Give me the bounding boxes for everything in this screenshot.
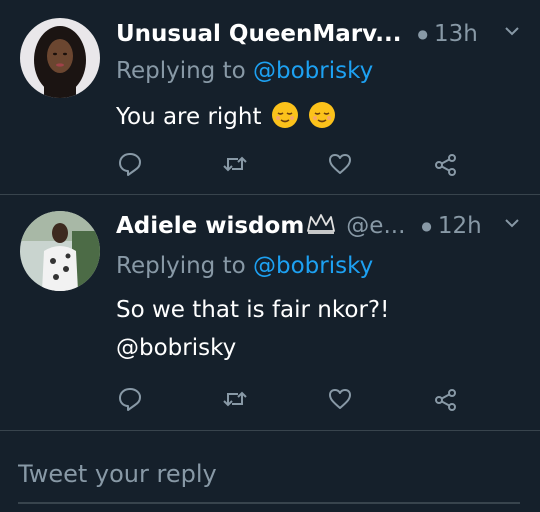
tweet-header: Adiele wisdom @e... ● 12h bbox=[116, 209, 530, 243]
tweet-text: You are right bbox=[116, 98, 516, 141]
tweet-item[interactable]: Unusual QueenMarv... ● 13h Replying to @… bbox=[0, 0, 540, 195]
tweet-text-line: So we that is fair nkor?! bbox=[116, 297, 390, 323]
chevron-down-icon[interactable] bbox=[504, 23, 520, 43]
chevron-down-icon[interactable] bbox=[504, 215, 520, 235]
replying-to-label: Replying to bbox=[116, 253, 246, 279]
timestamp[interactable]: 13h bbox=[434, 21, 478, 47]
tweet-item[interactable]: Adiele wisdom @e... ● 12h Replying to @b… bbox=[0, 195, 540, 431]
tweet-header: Unusual QueenMarv... ● 13h bbox=[116, 17, 530, 51]
reply-icon[interactable] bbox=[116, 385, 144, 413]
avatar[interactable] bbox=[20, 18, 100, 98]
mention-link[interactable]: @bobrisky bbox=[253, 253, 373, 279]
retweet-icon[interactable] bbox=[221, 150, 249, 178]
reply-icon[interactable] bbox=[116, 150, 144, 178]
author-handle[interactable]: @e... bbox=[346, 213, 405, 239]
relieved-face-emoji-icon bbox=[308, 101, 336, 141]
tweet-actions bbox=[0, 385, 540, 415]
mention-link[interactable]: @bobrisky bbox=[253, 58, 373, 84]
replying-to: Replying to @bobrisky bbox=[116, 253, 373, 279]
reply-input[interactable] bbox=[18, 454, 520, 494]
relieved-face-emoji-icon bbox=[271, 101, 299, 141]
timestamp[interactable]: 12h bbox=[438, 213, 482, 239]
replying-to-label: Replying to bbox=[116, 58, 246, 84]
share-icon[interactable] bbox=[432, 150, 460, 178]
separator-dot: ● bbox=[421, 219, 432, 233]
heart-icon[interactable] bbox=[326, 150, 354, 178]
replying-to: Replying to @bobrisky bbox=[116, 58, 373, 84]
author-name[interactable]: Adiele wisdom bbox=[116, 213, 304, 239]
crown-icon bbox=[306, 213, 336, 240]
tweet-text-content: You are right bbox=[116, 104, 262, 130]
heart-icon[interactable] bbox=[326, 385, 354, 413]
tweet-text: So we that is fair nkor?! @bobrisky bbox=[116, 291, 516, 367]
separator-dot: ● bbox=[417, 27, 428, 41]
share-icon[interactable] bbox=[432, 385, 460, 413]
retweet-icon[interactable] bbox=[221, 385, 249, 413]
reply-composer bbox=[18, 454, 520, 504]
mention-link[interactable]: @bobrisky bbox=[116, 329, 516, 367]
avatar[interactable] bbox=[20, 211, 100, 291]
author-name[interactable]: Unusual QueenMarv... bbox=[116, 21, 401, 47]
tweet-actions bbox=[0, 150, 540, 180]
